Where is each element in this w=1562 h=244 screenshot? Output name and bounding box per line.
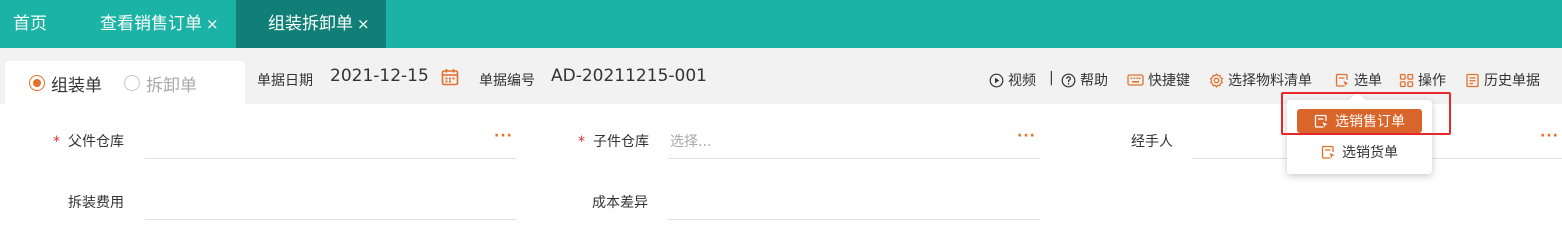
doc-date-label: 单据日期: [257, 73, 313, 89]
radio-unchecked-icon: [124, 75, 140, 91]
grid-icon: [1399, 73, 1414, 87]
more-icon[interactable]: ···: [1540, 128, 1559, 144]
disassembly-fee-label: 拆装费用: [68, 195, 124, 211]
required-mark: *: [578, 134, 585, 150]
tab-view-sales-order[interactable]: 查看销售订单 ×: [100, 0, 219, 48]
history-document-icon: [1466, 73, 1479, 87]
play-circle-icon: [989, 73, 1004, 87]
select-document-icon: [1321, 145, 1335, 159]
more-icon[interactable]: ···: [494, 128, 513, 144]
radio-assemble[interactable]: 组装单: [29, 72, 102, 96]
cost-difference-label: 成本差异: [592, 195, 648, 211]
keyboard-icon: [1127, 74, 1144, 86]
mode-switch: 组装单 拆卸单: [5, 61, 245, 104]
close-icon[interactable]: ×: [357, 15, 370, 33]
disassembly-fee-field[interactable]: [145, 186, 517, 220]
select-document-icon: [1335, 73, 1349, 87]
toolbar-divider: |: [1049, 70, 1054, 86]
operate-label: 操作: [1418, 73, 1446, 89]
tab-assembly-disassembly[interactable]: 组装拆卸单 ×: [236, 0, 386, 48]
help-label: 帮助: [1080, 73, 1108, 89]
help-icon: [1061, 73, 1076, 87]
video-button[interactable]: 视频: [989, 70, 1036, 90]
child-warehouse-field[interactable]: 选择...: [668, 125, 1040, 159]
radio-assemble-label: 组装单: [51, 75, 102, 96]
child-warehouse-placeholder: 选择...: [670, 134, 712, 150]
tab-assembly-label: 组装拆卸单: [268, 14, 353, 34]
calendar-icon[interactable]: [441, 68, 459, 86]
operate-button[interactable]: 操作: [1399, 70, 1446, 90]
doc-number-value: AD-20211215-001: [551, 66, 707, 86]
parent-warehouse-text: 父件仓库: [68, 134, 124, 150]
video-label: 视频: [1008, 73, 1036, 89]
tab-home-label: 首页: [13, 14, 47, 34]
required-mark: *: [53, 134, 60, 150]
radio-checked-icon: [29, 75, 45, 91]
child-warehouse-label: * 子件仓库: [578, 131, 649, 151]
radio-disassemble-label: 拆卸单: [146, 75, 197, 96]
history-button[interactable]: 历史单据: [1465, 70, 1540, 90]
tab-bar: 首页 查看销售订单 × 组装拆卸单 ×: [0, 0, 1562, 48]
shortcut-label: 快捷键: [1148, 73, 1190, 89]
select-bom-label: 选择物料清单: [1228, 73, 1312, 89]
cost-difference-field[interactable]: [668, 186, 1040, 220]
handler-label: 经手人: [1131, 134, 1173, 150]
gear-icon: [1210, 72, 1223, 88]
highlight-annotation-box: [1281, 92, 1451, 135]
dropdown-item-delivery-note-label: 选销货单: [1342, 145, 1398, 161]
select-bom-button[interactable]: 选择物料清单: [1209, 70, 1312, 90]
doc-number-label: 单据编号: [479, 73, 535, 89]
parent-warehouse-label: * 父件仓库: [53, 131, 124, 151]
doc-date-input[interactable]: 2021-12-15: [330, 66, 429, 86]
radio-disassemble[interactable]: 拆卸单: [124, 72, 197, 96]
dropdown-item-delivery-note[interactable]: 选销货单: [1297, 140, 1422, 164]
parent-warehouse-field[interactable]: [145, 125, 517, 159]
history-label: 历史单据: [1484, 73, 1540, 89]
close-icon[interactable]: ×: [206, 15, 219, 33]
child-warehouse-text: 子件仓库: [593, 134, 649, 150]
tab-home[interactable]: 首页: [13, 0, 47, 48]
select-order-button[interactable]: 选单: [1335, 70, 1382, 90]
help-button[interactable]: 帮助: [1061, 70, 1108, 90]
shortcut-button[interactable]: 快捷键: [1127, 70, 1190, 90]
tab-view-sales-order-label: 查看销售订单: [100, 14, 202, 34]
more-icon[interactable]: ···: [1017, 128, 1036, 144]
select-order-label: 选单: [1354, 73, 1382, 89]
